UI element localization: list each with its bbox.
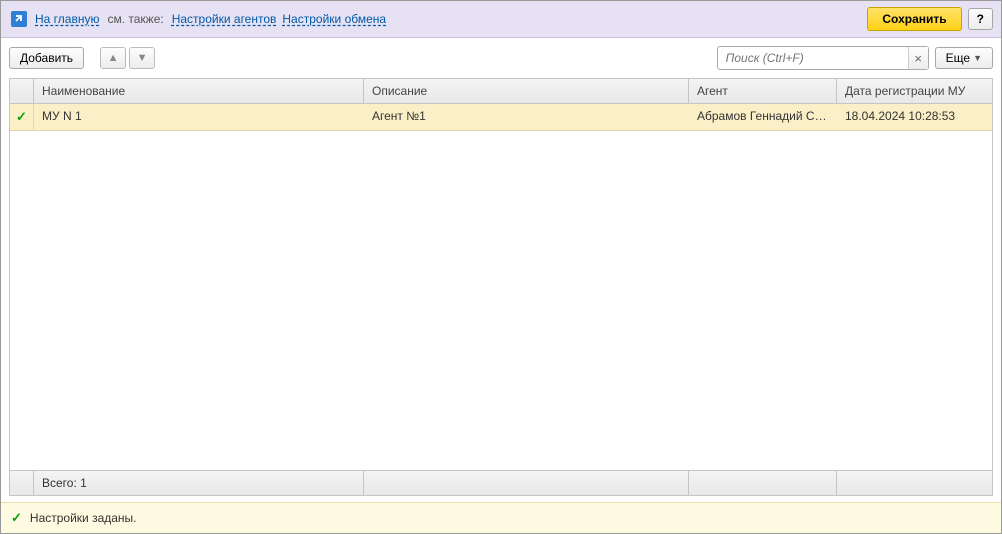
search-clear-button[interactable]: × (908, 47, 928, 69)
exchange-settings-link[interactable]: Настройки обмена (282, 12, 386, 26)
more-button[interactable]: Еще ▼ (935, 47, 993, 69)
footer-total-cell: Всего: 1 (34, 471, 364, 495)
row-name-cell[interactable]: МУ N 1 (34, 104, 364, 130)
footer-check-cell (10, 471, 34, 495)
row-regdate-cell[interactable]: 18.04.2024 10:28:53 (837, 104, 992, 130)
move-up-button[interactable]: ▲ (100, 47, 126, 69)
col-agent-header[interactable]: Агент (689, 79, 837, 103)
col-name-header[interactable]: Наименование (34, 79, 364, 103)
save-button[interactable]: Сохранить (867, 7, 961, 31)
more-label: Еще (946, 51, 970, 65)
footer-date-cell (837, 471, 992, 495)
help-button[interactable]: ? (968, 8, 993, 30)
search-input[interactable] (718, 48, 908, 68)
table-footer: Всего: 1 (10, 470, 992, 495)
topbar-links: На главную см. также: Настройки агентов … (35, 12, 861, 26)
add-button[interactable]: Добавить (9, 47, 84, 69)
table-body: ✓ МУ N 1 Агент №1 Абрамов Геннадий Сер..… (10, 104, 992, 470)
row-check-cell[interactable]: ✓ (10, 104, 34, 130)
table-header: Наименование Описание Агент Дата регистр… (10, 79, 992, 104)
row-description-cell[interactable]: Агент №1 (364, 104, 689, 130)
status-message: Настройки заданы. (30, 511, 137, 525)
footer-agent-cell (689, 471, 837, 495)
see-also-label: см. также: (107, 12, 163, 26)
footer-desc-cell (364, 471, 689, 495)
arrow-up-icon: ▲ (108, 52, 119, 64)
topbar: На главную см. также: Настройки агентов … (1, 1, 1001, 38)
arrow-down-icon: ▼ (137, 52, 148, 64)
status-check-icon: ✓ (11, 510, 22, 526)
chevron-down-icon: ▼ (973, 53, 982, 63)
open-external-icon[interactable] (9, 9, 29, 29)
search-field: × (717, 46, 929, 70)
row-agent-cell[interactable]: Абрамов Геннадий Сер... (689, 104, 837, 130)
home-link[interactable]: На главную (35, 12, 99, 26)
toolbar: Добавить ▲ ▼ × Еще ▼ (1, 38, 1001, 78)
col-regdate-header[interactable]: Дата регистрации МУ (837, 79, 992, 103)
table-row[interactable]: ✓ МУ N 1 Агент №1 Абрамов Геннадий Сер..… (10, 104, 992, 131)
col-description-header[interactable]: Описание (364, 79, 689, 103)
status-bar: ✓ Настройки заданы. (1, 502, 1001, 533)
table: Наименование Описание Агент Дата регистр… (9, 78, 993, 496)
move-down-button[interactable]: ▼ (129, 47, 155, 69)
col-check-header[interactable] (10, 79, 34, 103)
move-arrows: ▲ ▼ (100, 47, 155, 69)
check-icon: ✓ (16, 109, 27, 125)
agents-settings-link[interactable]: Настройки агентов (172, 12, 277, 26)
